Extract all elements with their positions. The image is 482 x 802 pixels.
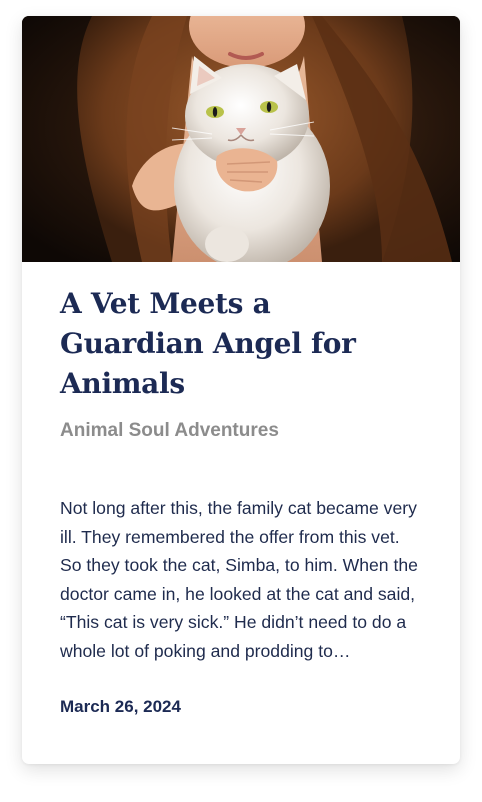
article-title[interactable]: A Vet Meets a Guardian Angel for Animals: [60, 284, 422, 404]
article-image[interactable]: [22, 16, 460, 262]
girl-with-cat-photo: [22, 16, 460, 262]
article-excerpt: Not long after this, the family cat beca…: [60, 498, 418, 661]
article-content: A Vet Meets a Guardian Angel for Animals…: [22, 284, 460, 719]
article-category[interactable]: Animal Soul Adventures: [60, 418, 422, 444]
article-card[interactable]: A Vet Meets a Guardian Angel for Animals…: [22, 16, 460, 764]
article-date: March 26, 2024: [60, 697, 181, 716]
